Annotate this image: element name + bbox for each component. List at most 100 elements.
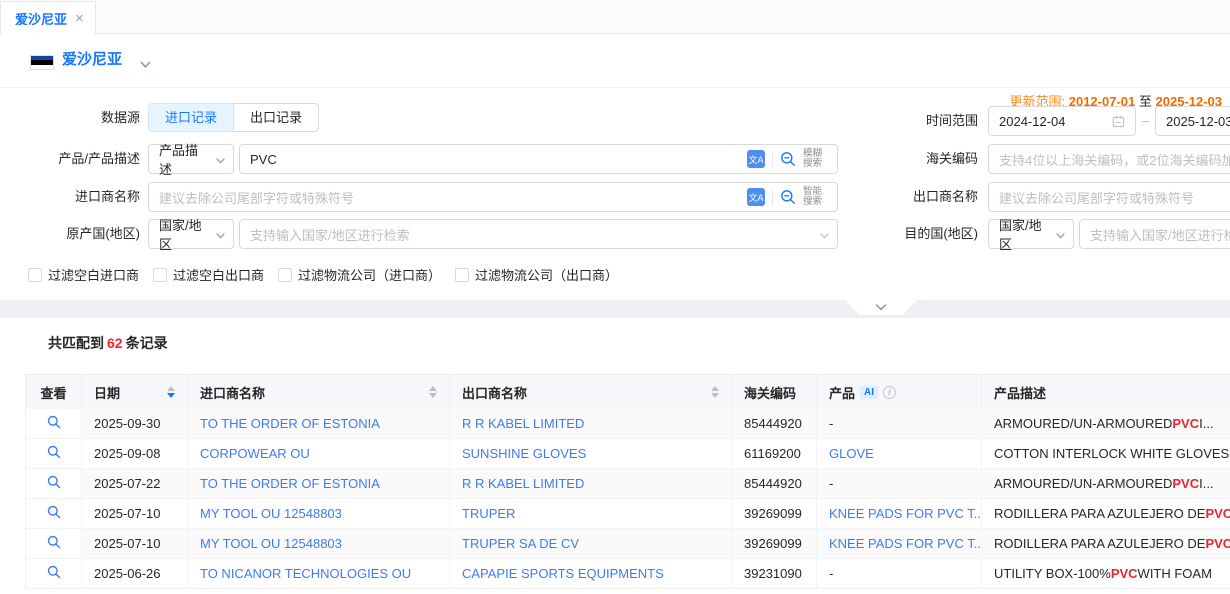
destination-placeholder: 支持输入国家/地区进行检索 (1090, 225, 1230, 244)
match-count: 62 (104, 335, 126, 351)
exporter-link[interactable]: R R KABEL LIMITED (462, 476, 584, 491)
hs-code-input[interactable]: 支持4位以上海关编码，或2位海关编码加上 (988, 144, 1230, 174)
view-record-button[interactable] (47, 415, 61, 432)
summary-suffix: 条记录 (126, 335, 168, 351)
exporter-link-cell: R R KABEL LIMITED (450, 409, 732, 439)
filter-checkbox-row: 过滤空白进口商过滤空白出口商过滤物流公司（进口商） 过滤物流公司（出口商） (28, 265, 618, 284)
exporter-link[interactable]: TRUPER (462, 506, 515, 521)
destination-type-select[interactable]: 国家/地区 (988, 219, 1074, 249)
table-row: 2025-07-10MY TOOL OU 12548803TRUPER SA D… (25, 529, 1230, 559)
product-link[interactable]: GLOVE (829, 446, 874, 461)
column-header-2[interactable]: 进口商名称 (188, 375, 450, 410)
view-record-button[interactable] (47, 535, 61, 552)
smart-search-mode[interactable]: 智能搜索 (803, 187, 827, 207)
product-search-value: PVC (250, 152, 277, 167)
product-link-cell: GLOVE (817, 439, 982, 469)
product-value: - (829, 566, 833, 581)
import-records-option[interactable]: 进口记录 (148, 103, 234, 132)
importer-link[interactable]: CORPOWEAR OU (200, 446, 310, 461)
column-header-1[interactable]: 日期 (82, 375, 188, 410)
time-range-end-input[interactable]: 2025-12-03 (1155, 106, 1230, 136)
close-icon[interactable]: × (75, 11, 84, 26)
importer-link-cell: MY TOOL OU 12548803 (188, 499, 450, 529)
origin-type-value: 国家/地区 (159, 215, 210, 253)
table-row: 2025-07-10MY TOOL OU 12548803TRUPER39269… (25, 499, 1230, 529)
export-records-option[interactable]: 出口记录 (233, 103, 319, 132)
importer-link[interactable]: TO NICANOR TECHNOLOGIES OU (200, 566, 411, 581)
sort-icon[interactable] (711, 386, 719, 398)
filter-checkbox-2[interactable]: 过滤物流公司（进口商） (278, 265, 441, 284)
view-record-button[interactable] (47, 445, 61, 462)
origin-placeholder: 支持输入国家/地区进行检索 (250, 225, 410, 244)
magnifier-icon (47, 475, 61, 492)
view-record-button[interactable] (47, 505, 61, 522)
results-panel: 共匹配到62条记录 查看日期进口商名称出口商名称海关编码产品AIi产品描述202… (0, 318, 1230, 594)
records-table: 查看日期进口商名称出口商名称海关编码产品AIi产品描述2025-09-30TO … (25, 374, 1230, 589)
product-description-cell: RODILLERA PARA AZULEJERO DE PVC (982, 499, 1230, 529)
destination-country-select[interactable]: 支持输入国家/地区进行检索 (1079, 219, 1230, 249)
exporter-link[interactable]: R R KABEL LIMITED (462, 416, 584, 431)
product-search-input[interactable]: PVC 文A 模糊搜索 (239, 144, 838, 174)
description-highlight: PVC (1205, 506, 1230, 521)
column-header-3[interactable]: 出口商名称 (450, 375, 732, 410)
search-icon[interactable] (780, 189, 796, 205)
column-header-label: 产品描述 (994, 383, 1046, 402)
view-cell (25, 559, 82, 589)
filter-checkbox-1[interactable]: 过滤空白出口商 (153, 265, 264, 284)
record-date-cell: 2025-06-26 (82, 559, 188, 589)
ai-badge: AI (860, 386, 878, 399)
chevron-down-icon (820, 227, 829, 242)
chevron-down-icon[interactable] (140, 57, 151, 72)
translate-icon[interactable]: 文A (747, 150, 765, 168)
filter-checkbox-3[interactable]: 过滤物流公司（出口商） (455, 265, 618, 284)
importer-link[interactable]: MY TOOL OU 12548803 (200, 506, 342, 521)
record-date: 2025-07-10 (94, 506, 161, 521)
hs-code-cell: 85444920 (732, 469, 817, 499)
product-link-cell: KNEE PADS FOR PVC T... (817, 529, 982, 559)
importer-link-cell: TO THE ORDER OF ESTONIA (188, 469, 450, 499)
product-label: 产品/产品描述 (0, 144, 140, 174)
exporter-link[interactable]: TRUPER SA DE CV (462, 536, 579, 551)
importer-input[interactable]: 建议去除公司尾部字符或特殊符号 文A 智能搜索 (148, 182, 838, 212)
importer-link[interactable]: TO THE ORDER OF ESTONIA (200, 476, 380, 491)
origin-country-select[interactable]: 支持输入国家/地区进行检索 (239, 219, 838, 249)
country-title[interactable]: 爱沙尼亚 (62, 48, 122, 69)
record-date-cell: 2025-09-08 (82, 439, 188, 469)
checkbox-icon[interactable] (28, 268, 42, 282)
info-icon[interactable]: i (883, 386, 896, 399)
exporter-link[interactable]: CAPAPIE SPORTS EQUIPMENTS (462, 566, 664, 581)
description-text: COTTON INTERLOCK WHITE GLOVES... (994, 446, 1230, 461)
importer-link[interactable]: TO THE ORDER OF ESTONIA (200, 416, 380, 431)
search-icon[interactable] (780, 151, 796, 167)
checkbox-icon[interactable] (455, 268, 469, 282)
filter-checkbox-0[interactable]: 过滤空白进口商 (28, 265, 139, 284)
exporter-link[interactable]: SUNSHINE GLOVES (462, 446, 586, 461)
trade-data-page: 爱沙尼亚 × 爱沙尼亚 数据源 进口记录 出口记录 更新范围: 2012-07-… (0, 0, 1230, 594)
destination-label: 目的国(地区) (830, 219, 978, 249)
fuzzy-search-mode[interactable]: 模糊搜索 (803, 149, 827, 169)
view-record-button[interactable] (47, 565, 61, 582)
product-field-select[interactable]: 产品描述 (148, 144, 234, 174)
importer-link-cell: TO NICANOR TECHNOLOGIES OU (188, 559, 450, 589)
sort-icon[interactable] (167, 386, 175, 398)
time-range-start-input[interactable]: 2024-12-04 (988, 106, 1136, 136)
calendar-icon (1112, 115, 1125, 128)
update-range-to: 至 (1139, 94, 1152, 109)
origin-type-select[interactable]: 国家/地区 (148, 219, 234, 249)
tab-estonia[interactable]: 爱沙尼亚 × (0, 1, 96, 34)
view-record-button[interactable] (47, 475, 61, 492)
product-link[interactable]: KNEE PADS FOR PVC T... (829, 536, 982, 551)
product-value-cell: - (817, 409, 982, 439)
importer-link[interactable]: MY TOOL OU 12548803 (200, 536, 342, 551)
checkbox-icon[interactable] (278, 268, 292, 282)
product-link[interactable]: KNEE PADS FOR PVC T... (829, 506, 982, 521)
table-row: 2025-06-26 TO NICANOR TECHNOLOGIES OU CAPA… (25, 559, 1230, 589)
column-header-label: 海关编码 (744, 383, 796, 402)
collapse-form-button[interactable] (845, 300, 917, 315)
sort-icon[interactable] (429, 386, 437, 398)
exporter-input[interactable]: 建议去除公司尾部字符或特殊符号 (988, 182, 1230, 212)
checkbox-icon[interactable] (153, 268, 167, 282)
column-header-label: 日期 (94, 383, 120, 402)
product-value: - (829, 416, 833, 431)
translate-icon[interactable]: 文A (747, 188, 765, 206)
